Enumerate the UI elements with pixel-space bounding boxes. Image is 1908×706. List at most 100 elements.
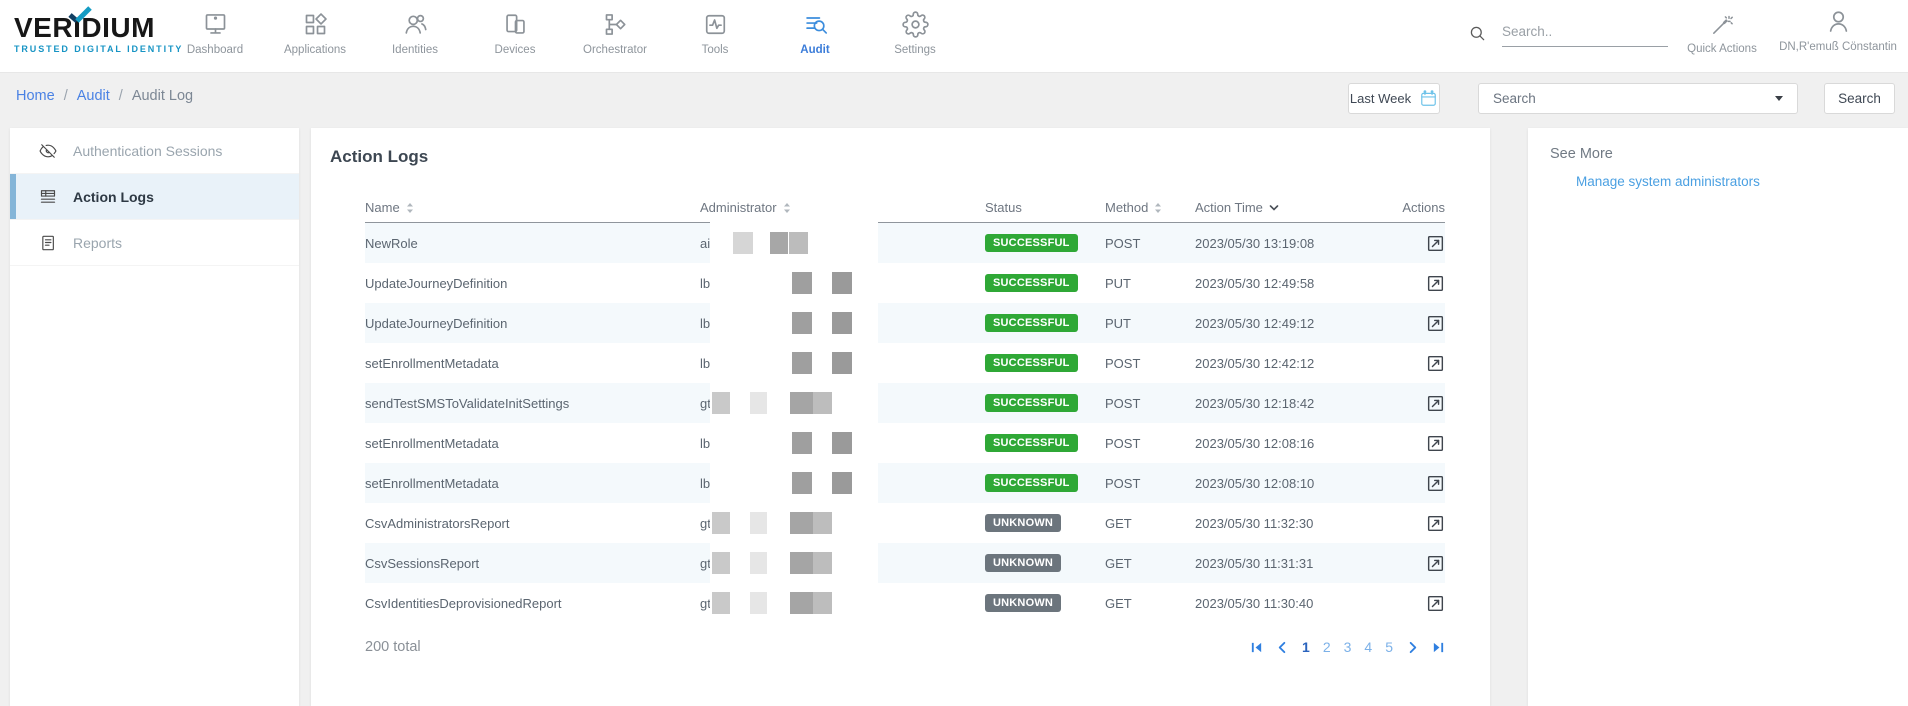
magic-wand-icon (1710, 10, 1734, 37)
redacted-administrator-blocks (710, 578, 878, 628)
open-detail-icon[interactable] (1426, 234, 1445, 253)
page-number-2[interactable]: 2 (1323, 639, 1331, 655)
cell-administrator: gt (700, 543, 985, 583)
administrator-prefix: ai (700, 236, 710, 251)
nav-item-dashboard[interactable]: Dashboard (165, 0, 265, 73)
filter-select-value: Search (1493, 91, 1536, 106)
column-header-action-time[interactable]: Action Time (1195, 200, 1360, 215)
logo-check-icon (67, 6, 93, 24)
nav-item-applications[interactable]: Applications (265, 0, 365, 73)
breadcrumb-separator: / (119, 88, 123, 104)
status-badge: SUCCESSFUL (985, 314, 1078, 332)
cell-action-time: 2023/05/30 12:42:12 (1195, 356, 1360, 371)
status-badge: UNKNOWN (985, 554, 1061, 572)
open-detail-icon[interactable] (1426, 594, 1445, 613)
cell-status: SUCCESSFUL (985, 354, 1105, 372)
breadcrumb-home-link[interactable]: Home (16, 88, 55, 104)
quick-actions-button[interactable]: Quick Actions (1674, 10, 1770, 55)
table-row[interactable]: setEnrollmentMetadata lb SUCCESSFUL POST… (365, 423, 1445, 463)
nav-item-tools[interactable]: Tools (665, 0, 765, 73)
status-badge: UNKNOWN (985, 594, 1061, 612)
dashboard-icon (202, 11, 229, 38)
nav-item-devices[interactable]: Devices (465, 0, 565, 73)
page-number-5[interactable]: 5 (1385, 639, 1393, 655)
column-header-status[interactable]: Status (985, 200, 1105, 215)
nav-item-orchestrator[interactable]: Orchestrator (565, 0, 665, 73)
page-number-3[interactable]: 3 (1344, 639, 1352, 655)
cell-action-name: setEnrollmentMetadata (365, 356, 700, 371)
nav-label: Applications (284, 44, 346, 56)
sidebar-item-reports[interactable]: Reports (10, 220, 299, 266)
column-header-administrator[interactable]: Administrator (700, 200, 985, 215)
table-row[interactable]: sendTestSMSToValidateInitSettings gt SUC… (365, 383, 1445, 423)
primary-nav: Dashboard Applications Identities Device… (165, 0, 965, 73)
cell-actions (1360, 394, 1445, 413)
cell-action-time: 2023/05/30 11:30:40 (1195, 596, 1360, 611)
last-page-icon[interactable] (1432, 641, 1445, 654)
cell-status: SUCCESSFUL (985, 474, 1105, 492)
veridium-logo[interactable]: VERIDIUM TRUSTED DIGITAL IDENTITY (14, 13, 184, 54)
cell-method: GET (1105, 516, 1195, 531)
table-row[interactable]: UpdateJourneyDefinition lb SUCCESSFUL PU… (365, 263, 1445, 303)
search-icon (1468, 24, 1487, 43)
global-search-input[interactable] (1502, 22, 1668, 47)
table-row[interactable]: setEnrollmentMetadata lb SUCCESSFUL POST… (365, 343, 1445, 383)
column-header-method[interactable]: Method (1105, 200, 1195, 215)
date-range-button[interactable]: Last Week (1348, 83, 1440, 114)
sidebar-item-action-logs[interactable]: Action Logs (10, 174, 299, 220)
open-detail-icon[interactable] (1426, 554, 1445, 573)
breadcrumb-row: Home / Audit / Audit Log Last Week Searc… (0, 73, 1908, 123)
nav-item-identities[interactable]: Identities (365, 0, 465, 73)
table-row[interactable]: CsvAdministratorsReport gt UNKNOWN GET 2… (365, 503, 1445, 543)
breadcrumb-audit-link[interactable]: Audit (77, 88, 110, 104)
page-number-4[interactable]: 4 (1364, 639, 1372, 655)
cell-action-time: 2023/05/30 11:32:30 (1195, 516, 1360, 531)
table-row[interactable]: CsvIdentitiesDeprovisionedReport gt UNKN… (365, 583, 1445, 623)
cell-administrator: gt (700, 383, 985, 423)
top-navigation-bar: VERIDIUM TRUSTED DIGITAL IDENTITY Dashbo… (0, 0, 1908, 73)
breadcrumb-separator: / (64, 88, 68, 104)
orchestrator-icon (602, 11, 629, 38)
first-page-icon[interactable] (1250, 641, 1263, 654)
nav-item-audit[interactable]: Audit (765, 0, 865, 73)
open-detail-icon[interactable] (1426, 354, 1445, 373)
open-detail-icon[interactable] (1426, 474, 1445, 493)
cell-action-name: CsvIdentitiesDeprovisionedReport (365, 596, 700, 611)
table-row[interactable]: setEnrollmentMetadata lb SUCCESSFUL POST… (365, 463, 1445, 503)
manage-system-administrators-link[interactable]: Manage system administrators (1576, 174, 1886, 189)
previous-page-icon[interactable] (1276, 641, 1289, 654)
cell-status: UNKNOWN (985, 514, 1105, 532)
search-button[interactable]: Search (1824, 83, 1895, 114)
content-area: Authentication Sessions Action Logs Repo… (0, 123, 1908, 700)
open-detail-icon[interactable] (1426, 274, 1445, 293)
cell-actions (1360, 274, 1445, 293)
logo-tagline: TRUSTED DIGITAL IDENTITY (14, 44, 184, 54)
cell-action-time: 2023/05/30 12:49:58 (1195, 276, 1360, 291)
cell-administrator: lb (700, 463, 985, 503)
open-detail-icon[interactable] (1426, 434, 1445, 453)
cell-action-name: UpdateJourneyDefinition (365, 316, 700, 331)
administrator-prefix: lb (700, 436, 710, 451)
column-header-name[interactable]: Name (365, 200, 700, 215)
cell-action-time: 2023/05/30 12:18:42 (1195, 396, 1360, 411)
nav-label: Orchestrator (583, 44, 647, 56)
next-page-icon[interactable] (1406, 641, 1419, 654)
pagination: 12345 (1250, 639, 1445, 655)
nav-item-settings[interactable]: Settings (865, 0, 965, 73)
sidebar-item-authentication-sessions[interactable]: Authentication Sessions (10, 128, 299, 174)
filter-search-select[interactable]: Search (1478, 83, 1798, 114)
table-row[interactable]: NewRole ai SUCCESSFUL POST 2023/05/30 13… (365, 223, 1445, 263)
cell-status: UNKNOWN (985, 594, 1105, 612)
table-row[interactable]: CsvSessionsReport gt UNKNOWN GET 2023/05… (365, 543, 1445, 583)
cell-method: GET (1105, 556, 1195, 571)
page-number-1[interactable]: 1 (1302, 639, 1310, 655)
sort-icon (783, 202, 791, 214)
user-menu[interactable]: DN,R'emuß Cönstantin (1772, 8, 1904, 53)
open-detail-icon[interactable] (1426, 314, 1445, 333)
open-detail-icon[interactable] (1426, 514, 1445, 533)
open-detail-icon[interactable] (1426, 394, 1445, 413)
status-badge: SUCCESSFUL (985, 434, 1078, 452)
cell-method: PUT (1105, 276, 1195, 291)
table-row[interactable]: UpdateJourneyDefinition lb SUCCESSFUL PU… (365, 303, 1445, 343)
sidebar-item-label: Reports (73, 235, 122, 251)
